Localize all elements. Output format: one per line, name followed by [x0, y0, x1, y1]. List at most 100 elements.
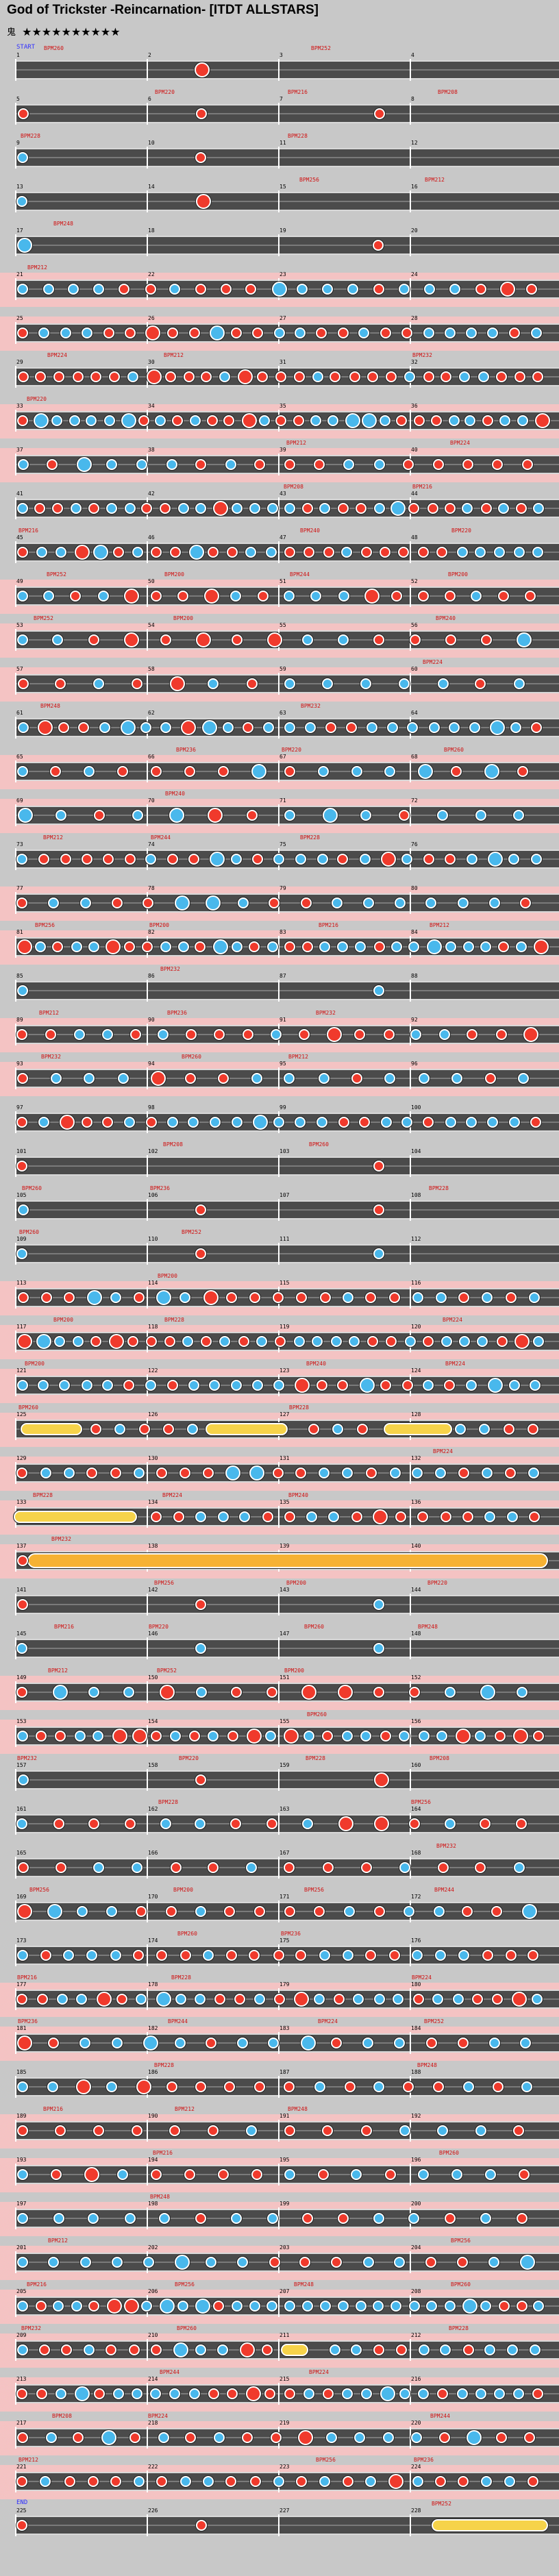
measure-number: 148 [411, 1631, 421, 1637]
ka-note [451, 2169, 462, 2180]
ka-note [72, 1336, 84, 1347]
ka-note [382, 2432, 394, 2443]
don-note [472, 1994, 484, 2005]
bpm-change-label: BPM200 [164, 571, 184, 578]
don-note [16, 415, 28, 426]
don-note [523, 2432, 535, 2443]
ka-note [284, 678, 296, 689]
measure-number: 146 [148, 1631, 158, 1637]
bpm-change-label: BPM224 [423, 659, 443, 665]
don-note [238, 1336, 249, 1347]
don-note [88, 634, 99, 645]
don-note [494, 1731, 506, 1742]
bpm-change-label: BPM200 [173, 1887, 193, 1893]
don-note [399, 810, 410, 821]
don-note [166, 1906, 177, 1917]
bar-line [147, 1155, 148, 1177]
chart-row: 165 166 167 168 BPM232 [0, 1842, 559, 1885]
bar-line [15, 234, 16, 256]
don-note [81, 854, 92, 865]
bpm-change-label: BPM232 [17, 1755, 37, 1761]
chart-row: 173 174 BPM260 175 BPM236 176 [0, 1929, 559, 1973]
measure-number: 28 [411, 315, 418, 321]
measure-number: 131 [280, 1455, 290, 1461]
measure-number: 3 [280, 52, 283, 58]
don-note [434, 2476, 446, 2487]
bar-line [410, 1506, 411, 1528]
don-note [223, 415, 235, 426]
ka-note [318, 1467, 330, 1478]
ka-note [83, 766, 95, 777]
bar-line [147, 804, 148, 826]
bar-line [147, 1988, 148, 2010]
ka-note [379, 415, 390, 426]
ka-note [438, 1029, 450, 1040]
don-note [177, 591, 188, 602]
ka-note [131, 1862, 142, 1873]
bpm-change-label: BPM232 [301, 703, 321, 709]
bar-line [278, 497, 280, 519]
ka-note [494, 2388, 505, 2399]
bpm-change-label: BPM228 [306, 1755, 325, 1761]
bar-line [410, 1067, 411, 1089]
measure-number: 96 [411, 1061, 418, 1067]
measure-number: 198 [148, 2201, 158, 2207]
don-note [160, 634, 171, 645]
measure-number: 117 [16, 1324, 27, 1330]
don-note [295, 1292, 307, 1303]
ka-note [399, 2388, 410, 2399]
big-ka-note [323, 808, 338, 823]
measure-number: 164 [411, 1806, 421, 1812]
measure-number: 181 [16, 2025, 27, 2031]
measure-number: 105 [16, 1192, 27, 1198]
ka-note [251, 1073, 262, 1084]
big-ka-note [345, 413, 360, 428]
big-don-note [499, 282, 515, 297]
bpm-change-label: BPM236 [176, 747, 196, 753]
difficulty-stars: ★★★★★★★★★★ [22, 25, 121, 38]
don-note [319, 1292, 331, 1303]
bpm-change-label: BPM212 [425, 177, 445, 183]
lane-centerline [15, 332, 559, 334]
measure-number: 223 [280, 2464, 290, 2470]
bar-line [15, 2164, 16, 2185]
don-note [55, 1862, 66, 1873]
bar-line [15, 278, 16, 300]
ka-note [331, 897, 343, 908]
measure-number: 16 [411, 184, 418, 190]
chart-row: 209 BPM232 210 BPM260 211 212 BPM228 [0, 2324, 559, 2368]
measure-number: 86 [148, 973, 155, 979]
bar-line [410, 1199, 411, 1221]
don-note [444, 2213, 456, 2224]
ka-note [53, 2301, 64, 2312]
ka-note [465, 1117, 477, 1128]
big-ka-note [516, 632, 532, 647]
ka-note [480, 2213, 492, 2224]
lane-centerline [15, 2262, 559, 2263]
don-note [380, 327, 391, 338]
don-note [88, 2301, 99, 2312]
lane-centerline [15, 1648, 559, 1649]
bar-line [147, 2207, 148, 2229]
measure-number: 66 [148, 754, 155, 760]
big-ka-note [487, 852, 503, 867]
measure-number: 100 [411, 1104, 421, 1111]
big-don-note [207, 808, 223, 823]
ka-note [456, 2388, 468, 2399]
ka-note [81, 327, 92, 338]
don-note [495, 1029, 507, 1040]
measure-number: 165 [16, 1850, 27, 1856]
ka-note [404, 1336, 416, 1347]
chart-row: 177 BPM216 178 BPM228 179 180 BPM224 [0, 1973, 559, 2017]
bpm-change-label: BPM252 [311, 45, 331, 51]
ka-note [133, 1467, 145, 1478]
note-lane [15, 411, 559, 430]
measure-number: 185 [16, 2069, 27, 2075]
ka-note [105, 459, 117, 470]
don-note [49, 766, 61, 777]
bpm-change-label: BPM228 [158, 1799, 178, 1805]
chart-row: 21 BPM212 22 23 24 [0, 263, 559, 307]
ka-note [418, 1731, 430, 1742]
ka-note [124, 503, 136, 514]
ka-note [16, 2301, 28, 2312]
